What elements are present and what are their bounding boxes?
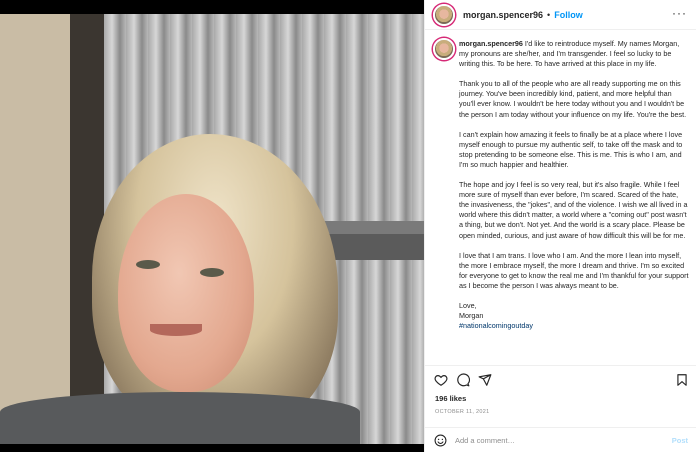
caption-username[interactable]: morgan.spencer96 xyxy=(459,39,523,48)
follow-button[interactable]: Follow xyxy=(554,10,583,20)
caption-area: morgan.spencer96 I'd like to reintroduce… xyxy=(425,32,696,366)
post-side-panel: morgan.spencer96 • Follow ··· morgan.spe… xyxy=(424,0,696,452)
instagram-post-view: morgan.spencer96 • Follow ··· morgan.spe… xyxy=(0,0,696,452)
post-photo[interactable] xyxy=(0,0,424,452)
caption-text: morgan.spencer96 I'd like to reintroduce… xyxy=(459,39,689,331)
photo-shirt xyxy=(0,392,360,444)
smiley-icon[interactable] xyxy=(434,434,447,447)
caption-paragraph: I love that I am trans. I love who I am.… xyxy=(459,250,689,290)
action-bar xyxy=(425,369,696,391)
caption-signoff: Love, Morgan #nationalcomingoutday xyxy=(459,301,689,331)
header-username[interactable]: morgan.spencer96 xyxy=(463,10,543,20)
likes-count[interactable]: 196 likes xyxy=(435,394,466,403)
caption-paragraph: morgan.spencer96 I'd like to reintroduce… xyxy=(459,39,680,69)
bookmark-icon[interactable] xyxy=(675,373,689,387)
caption-paragraph: Thank you to all of the people who are a… xyxy=(459,79,687,119)
caption-paragraph: I can't explain how amazing it feels to … xyxy=(459,129,683,169)
photo-face xyxy=(118,194,254,392)
post-date[interactable]: OCTOBER 11, 2021 xyxy=(435,409,489,415)
caption-paragraph: The hope and joy I feel is so very real,… xyxy=(459,180,688,240)
send-icon[interactable] xyxy=(478,373,492,387)
header-separator: • xyxy=(547,9,551,20)
avatar[interactable] xyxy=(433,3,455,26)
photo-image xyxy=(0,14,424,444)
more-horizontal-icon[interactable]: ··· xyxy=(672,7,687,19)
comment-bar: Post xyxy=(425,427,696,452)
hashtag-link[interactable]: #nationalcomingoutday xyxy=(459,321,689,331)
caption-avatar[interactable] xyxy=(433,38,455,60)
photo-door-frame xyxy=(0,14,104,444)
post-header: morgan.spencer96 • Follow ··· xyxy=(425,0,696,30)
comment-icon[interactable] xyxy=(456,373,470,387)
comment-input[interactable] xyxy=(455,433,655,447)
post-comment-button[interactable]: Post xyxy=(672,436,688,445)
heart-icon[interactable] xyxy=(434,373,448,387)
